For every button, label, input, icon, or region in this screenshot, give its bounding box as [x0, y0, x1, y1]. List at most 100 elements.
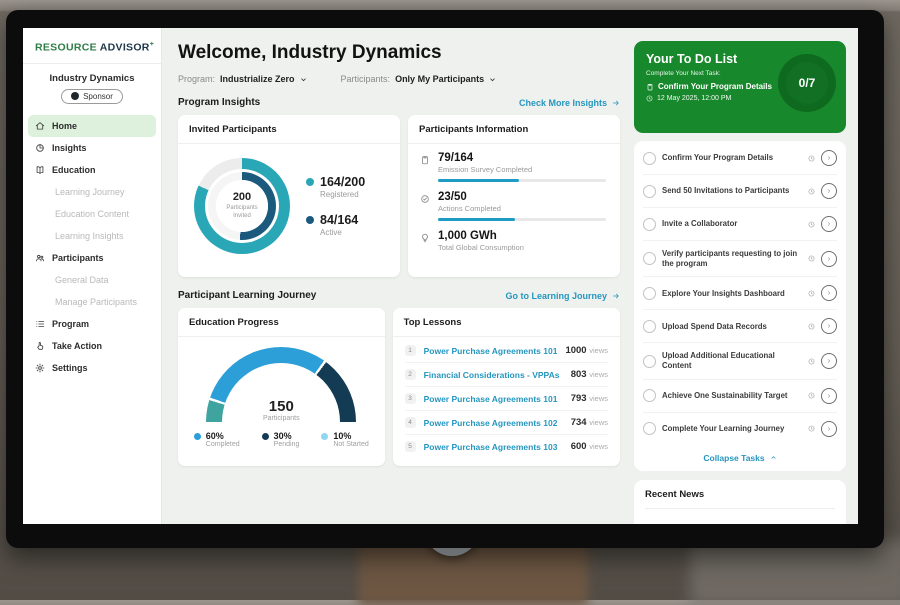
clock-icon [646, 95, 653, 102]
legend-registered: 164/200 Registered [306, 175, 365, 199]
todo-summary-card: Your To Do List Complete Your Next Task:… [634, 41, 846, 133]
clock-icon [808, 221, 815, 228]
sidebar-item-participants[interactable]: Participants [23, 247, 161, 269]
task-row: Upload Spend Data Records [643, 310, 837, 343]
monitor-bezel: RESOURCE ADVISOR+ Industry Dynamics Spon… [6, 10, 884, 548]
chevron-down-icon [300, 76, 307, 83]
chevron-down-icon [489, 76, 496, 83]
task-checkbox[interactable] [643, 218, 656, 231]
lesson-link[interactable]: Power Purchase Agreements 101 [424, 394, 563, 404]
participants-icon [35, 253, 45, 263]
task-open-button[interactable] [821, 216, 837, 232]
chevron-right-icon [826, 358, 832, 364]
sidebar-item-manage-participants[interactable]: Manage Participants [23, 291, 161, 313]
education-icon [35, 165, 45, 175]
task-checkbox[interactable] [643, 355, 656, 368]
stat-global-consumption: 1,000 GWh Total Global Consumption [420, 230, 606, 252]
chevron-right-icon [826, 323, 832, 329]
invited-donut-chart: 200 ParticipantsInvited [194, 158, 290, 254]
recent-news-title: Recent News [645, 489, 835, 500]
sidebar-item-insights[interactable]: Insights [23, 137, 161, 159]
invited-participants-header: Invited Participants [178, 115, 400, 144]
legend-dot [306, 216, 314, 224]
task-open-button[interactable] [821, 318, 837, 334]
legend-dot [194, 433, 201, 440]
clock-icon [808, 255, 815, 262]
bulb-icon [420, 233, 430, 243]
task-row: Invite a Collaborator [643, 208, 837, 241]
task-row: Explore Your Insights Dashboard [643, 277, 837, 310]
legend-pending: 30% Pending [262, 431, 300, 448]
education-progress-header: Education Progress [178, 308, 385, 337]
legend-not-started: 10% Not Started [321, 431, 368, 448]
sidebar-item-settings[interactable]: Settings [23, 357, 161, 379]
sidebar-item-home[interactable]: Home [28, 115, 156, 137]
chevron-right-icon [826, 393, 832, 399]
go-to-learning-journey-link[interactable]: Go to Learning Journey [505, 291, 620, 301]
lesson-link[interactable]: Financial Considerations - VPPAs [424, 370, 563, 380]
task-checkbox[interactable] [643, 252, 656, 265]
sidebar-item-general-data[interactable]: General Data [23, 269, 161, 291]
program-insights-title: Program Insights [178, 97, 260, 108]
task-checkbox[interactable] [643, 287, 656, 300]
emission-survey-progressbar [438, 179, 606, 182]
stat-emission-survey: 79/164 Emission Survey Completed [420, 152, 606, 182]
collapse-tasks-link[interactable]: Collapse Tasks [643, 445, 837, 467]
sidebar-item-learning-insights[interactable]: Learning Insights [23, 225, 161, 247]
learning-journey-title: Participant Learning Journey [178, 290, 316, 301]
participants-dropdown[interactable]: Participants: Only My Participants [341, 74, 497, 84]
task-row: Achieve One Sustainability Target [643, 380, 837, 413]
legend-active: 84/164 Active [306, 213, 365, 237]
participants-information-header: Participants Information [408, 115, 620, 144]
lesson-rank: 4 [405, 417, 416, 428]
arrow-right-icon [612, 292, 620, 300]
participants-information-card: Participants Information 79/164 Emission… [408, 115, 620, 277]
chevron-right-icon [826, 256, 832, 262]
lesson-link[interactable]: Power Purchase Agreements 101 [424, 346, 558, 356]
education-legend: 60% Completed 30% Pending [194, 431, 369, 448]
sidebar-item-take-action[interactable]: Take Action [23, 335, 161, 357]
main-content: Welcome, Industry Dynamics Program: Indu… [162, 28, 630, 524]
clock-icon [808, 358, 815, 365]
clipboard-icon [646, 83, 654, 91]
task-open-button[interactable] [821, 353, 837, 369]
arrow-right-icon [612, 99, 620, 107]
photo-background: { "brand": {"left": "RESOURCE", "right":… [0, 0, 900, 600]
program-dropdown[interactable]: Program: Industrialize Zero [178, 74, 307, 84]
invited-participants-card: Invited Participants 200 ParticipantsInv… [178, 115, 400, 277]
task-checkbox[interactable] [643, 422, 656, 435]
clipboard-icon [420, 155, 430, 165]
task-open-button[interactable] [821, 421, 837, 437]
task-open-button[interactable] [821, 183, 837, 199]
lesson-rank: 3 [405, 393, 416, 404]
task-row: Verify participants requesting to join t… [643, 241, 837, 277]
todo-progress-count: 0/7 [799, 76, 816, 90]
lesson-row: 3 Power Purchase Agreements 101 793 view… [405, 387, 608, 411]
task-open-button[interactable] [821, 150, 837, 166]
clock-icon [808, 323, 815, 330]
task-checkbox[interactable] [643, 320, 656, 333]
lesson-link[interactable]: Power Purchase Agreements 102 [424, 418, 563, 428]
task-open-button[interactable] [821, 251, 837, 267]
task-checkbox[interactable] [643, 185, 656, 198]
task-open-button[interactable] [821, 388, 837, 404]
task-row: Complete Your Learning Journey [643, 413, 837, 445]
program-icon [35, 319, 45, 329]
task-checkbox[interactable] [643, 152, 656, 165]
chevron-right-icon [826, 188, 832, 194]
sidebar-item-education[interactable]: Education [23, 159, 161, 181]
sidebar-item-learning-journey[interactable]: Learning Journey [23, 181, 161, 203]
task-checkbox[interactable] [643, 389, 656, 402]
recent-news-card: Recent News [634, 480, 846, 524]
lesson-row: 4 Power Purchase Agreements 102 734 view… [405, 411, 608, 435]
chevron-right-icon [826, 221, 832, 227]
settings-icon [35, 363, 45, 373]
sidebar-item-education-content[interactable]: Education Content [23, 203, 161, 225]
sidebar-item-program[interactable]: Program [23, 313, 161, 335]
task-open-button[interactable] [821, 285, 837, 301]
check-more-insights-link[interactable]: Check More Insights [519, 98, 620, 108]
lesson-link[interactable]: Power Purchase Agreements 103 [424, 442, 563, 452]
clock-icon [808, 425, 815, 432]
sidebar-nav: Home Insights Education Learning Journey… [23, 115, 161, 379]
sponsor-badge[interactable]: Sponsor [61, 89, 123, 104]
